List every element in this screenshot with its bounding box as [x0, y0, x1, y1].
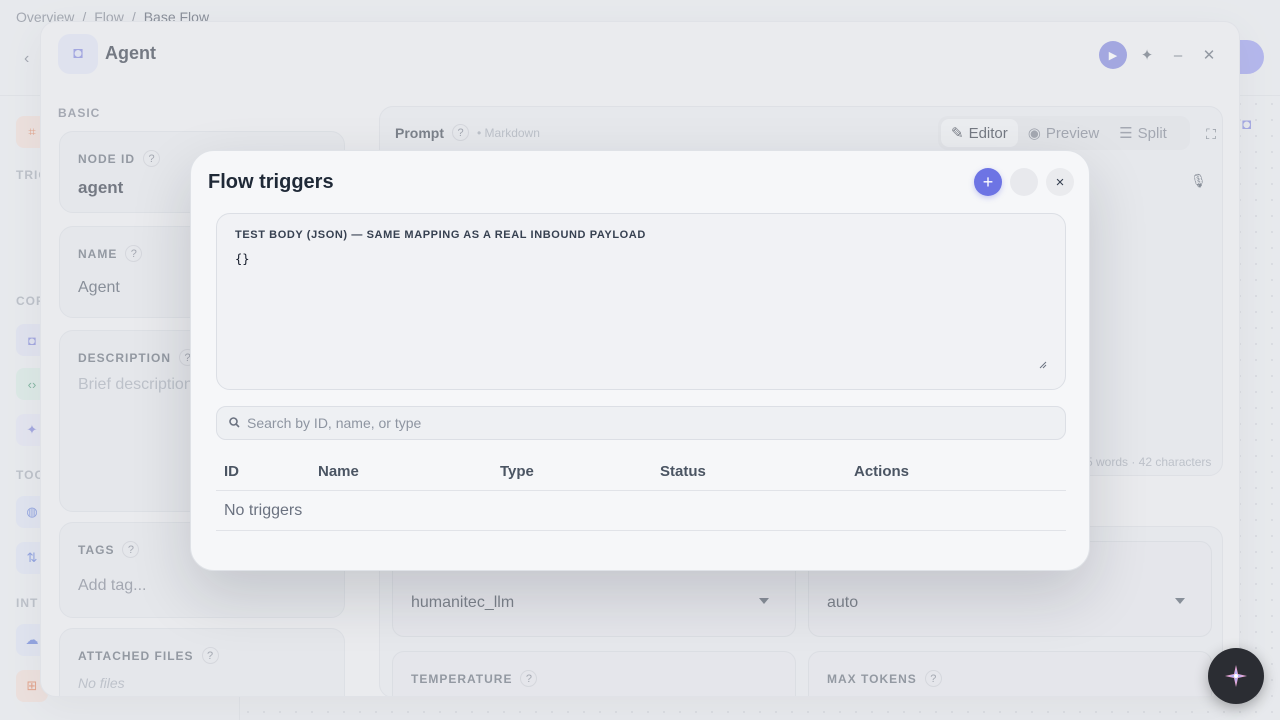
dialog-title: Flow triggers [208, 171, 334, 193]
column-type: Type [500, 463, 534, 480]
column-status: Status [660, 463, 706, 480]
table-header: ID Name Type Status Actions [216, 453, 1066, 491]
trigger-search [216, 406, 1066, 440]
sparkle-icon [1225, 665, 1247, 687]
test-body-label: TEST BODY (JSON) — SAME MAPPING AS A REA… [235, 229, 646, 241]
search-icon [229, 417, 240, 428]
close-button[interactable]: × [1046, 168, 1074, 196]
test-body-textarea[interactable] [235, 252, 1047, 368]
flow-triggers-dialog: Flow triggers + × TEST BODY (JSON) — SAM… [190, 150, 1090, 571]
secondary-action-button[interactable] [1010, 168, 1038, 196]
add-trigger-button[interactable]: + [974, 168, 1002, 196]
column-actions: Actions [854, 463, 910, 480]
assistant-button[interactable] [1208, 648, 1264, 704]
empty-state-text: No triggers [224, 502, 303, 519]
column-id: ID [224, 463, 239, 480]
triggers-table: ID Name Type Status Actions No triggers [216, 453, 1066, 531]
resize-handle-icon[interactable] [1039, 361, 1047, 369]
column-name: Name [318, 463, 359, 480]
table-empty-row: No triggers [216, 491, 1066, 531]
test-body-panel: TEST BODY (JSON) — SAME MAPPING AS A REA… [216, 213, 1066, 390]
search-input[interactable] [247, 407, 1047, 439]
